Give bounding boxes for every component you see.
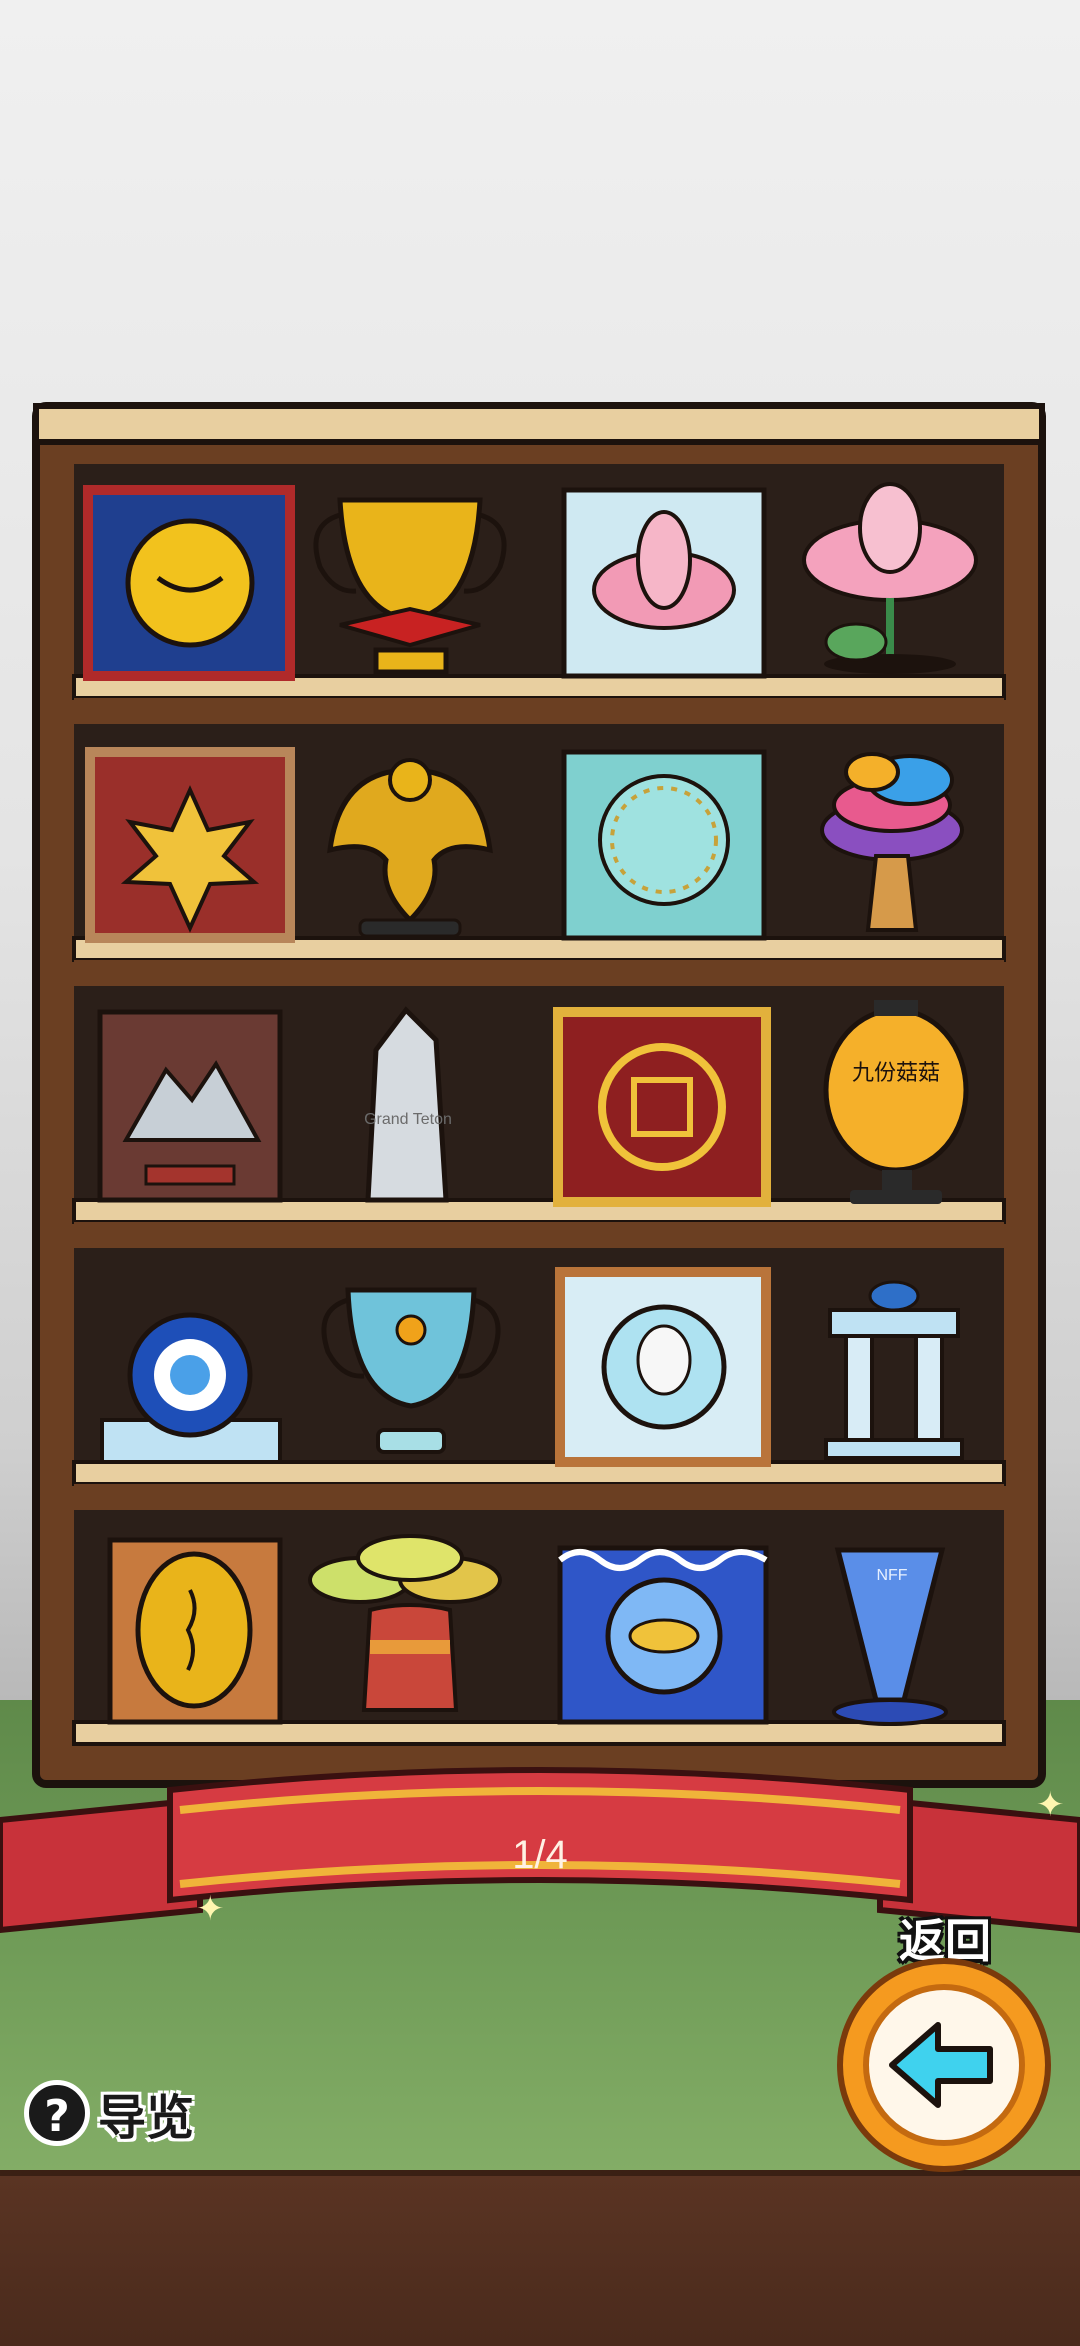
question-mark-icon: ? bbox=[24, 2080, 90, 2146]
floor-baseboard bbox=[0, 2170, 1080, 2346]
trophy-shelf: Grand Teton 九份菇菇 NFF bbox=[30, 400, 1048, 1790]
grand-teton-text: Grand Teton bbox=[364, 1111, 452, 1128]
mushroom-medal-frame-icon[interactable] bbox=[555, 1267, 771, 1467]
trophy-text: NFF bbox=[876, 1567, 907, 1584]
sparkle-icon: ✦ bbox=[1036, 1785, 1065, 1825]
double-happiness-plaque-icon[interactable] bbox=[553, 1007, 771, 1207]
lantern-text: 九份菇菇 bbox=[852, 1061, 940, 1086]
island-medal-plaque-icon[interactable] bbox=[107, 1537, 283, 1725]
maple-leaf-plaque-icon[interactable] bbox=[85, 747, 295, 943]
guide-button[interactable]: ? 导览 bbox=[24, 2078, 194, 2148]
submarine-tile-icon[interactable] bbox=[557, 1545, 769, 1725]
page-counter: 1/4 bbox=[512, 1833, 568, 1877]
lotus-tile-icon[interactable] bbox=[561, 487, 767, 679]
back-button[interactable] bbox=[834, 1955, 1054, 2175]
guide-label: 导览 bbox=[98, 2090, 195, 2146]
mountain-plaque-icon[interactable] bbox=[97, 1009, 283, 1203]
smile-medal-plaque-icon[interactable] bbox=[83, 485, 295, 681]
sparkle-icon: ✦ bbox=[196, 1889, 225, 1929]
coral-ring-tile-icon[interactable] bbox=[561, 749, 767, 941]
back-control: 返回 bbox=[828, 1905, 1062, 2172]
